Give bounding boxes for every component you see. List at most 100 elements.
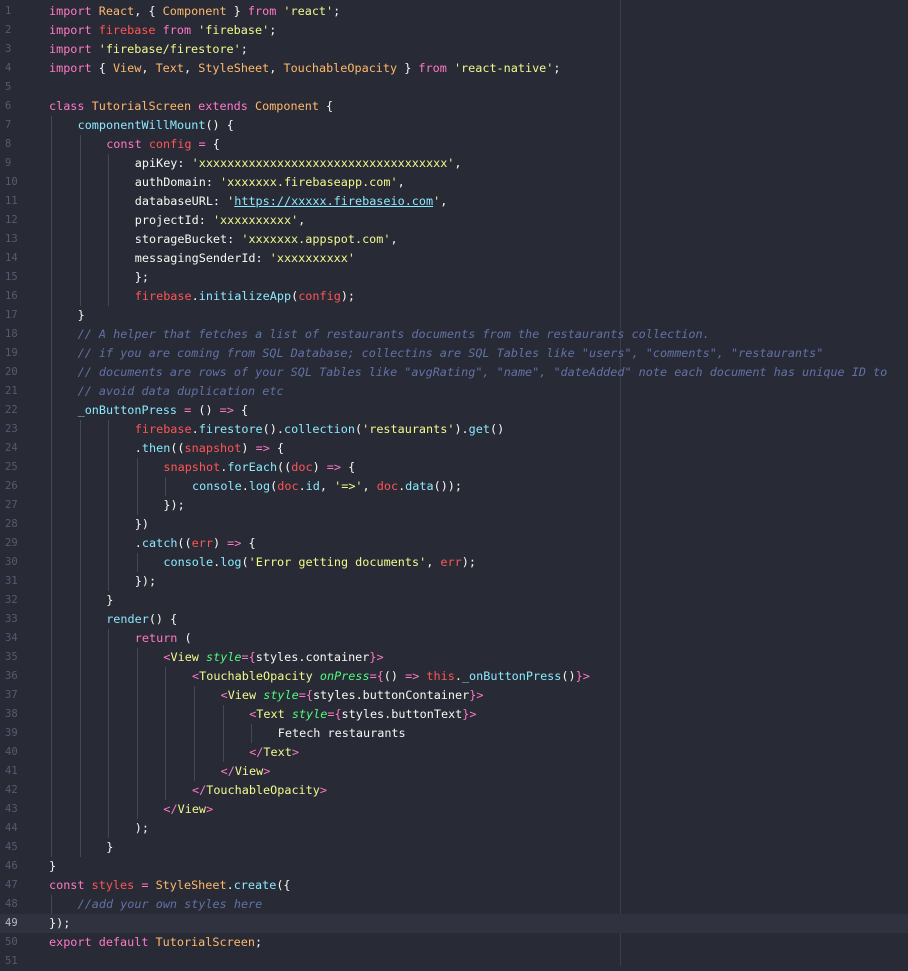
code-line[interactable]: 5: [0, 78, 908, 97]
code-editor[interactable]: 1 import React, { Component } from 'react…: [0, 0, 908, 967]
code-line[interactable]: 15};: [0, 268, 908, 287]
code-line[interactable]: 12 projectId: 'xxxxxxxxxx',: [0, 211, 908, 230]
code-line[interactable]: 36 <TouchableOpacity onPress={() => this.…: [0, 667, 908, 686]
indent-guide: [51, 458, 52, 477]
code-token: firebase: [134, 289, 192, 303]
indent-guide: [51, 382, 52, 401]
code-token: .: [454, 669, 462, 683]
code-line[interactable]: 30 console.log('Error getting documents',…: [0, 553, 908, 572]
code-line[interactable]: 10 authDomain: 'xxxxxxx.firebaseapp.com',: [0, 173, 908, 192]
code-line[interactable]: 25 snapshot.forEach((doc) => {: [0, 458, 908, 477]
code-line[interactable]: 40 </Text>: [0, 743, 908, 762]
indent-guide: [51, 173, 52, 192]
code-token: import: [49, 4, 99, 18]
code-token: console: [163, 555, 214, 569]
indent-guide: [136, 743, 138, 762]
code-line[interactable]: 32}: [0, 591, 908, 610]
code-token: (): [489, 422, 505, 436]
code-line[interactable]: 24 .then((snapshot) => {: [0, 439, 908, 458]
code-token: messagingSenderId:: [134, 251, 270, 265]
code-token: =>: [405, 669, 427, 683]
line-number: 27: [5, 499, 18, 511]
code-token: =>: [227, 536, 249, 550]
code-text: </View>: [163, 800, 213, 819]
code-token: () {: [148, 612, 178, 626]
code-line[interactable]: 29 .catch((err) => {: [0, 534, 908, 553]
code-token: Text: [155, 61, 184, 75]
code-line[interactable]: 8 const config = {: [0, 135, 908, 154]
code-line[interactable]: 49});: [0, 914, 908, 933]
code-token: // documents are rows of your SQL Tables…: [77, 365, 888, 379]
indent-guide: [165, 781, 167, 800]
code-token: apiKey:: [134, 156, 192, 170]
code-line[interactable]: 46}: [0, 857, 908, 876]
code-token: ): [212, 536, 228, 550]
code-line[interactable]: 47 const styles = StyleSheet.create({: [0, 876, 908, 895]
code-token: firebase: [134, 422, 192, 436]
code-line[interactable]: 35 <View style={styles.container}>: [0, 648, 908, 667]
code-line[interactable]: 41 </View>: [0, 762, 908, 781]
indent-guide: [51, 515, 52, 534]
line-number: 40: [5, 746, 18, 758]
code-line[interactable]: 39 Fetech restaurants: [0, 724, 908, 743]
code-line[interactable]: 26 console.log(doc.id, '=>', doc.data());: [0, 477, 908, 496]
code-line[interactable]: 20 // documents are rows of your SQL Tabl…: [0, 363, 908, 382]
code-line[interactable]: 23 firebase.firestore().collection('resta…: [0, 420, 908, 439]
line-number: 29: [5, 537, 18, 549]
code-line[interactable]: 33 render() {: [0, 610, 908, 629]
indent-guide: [136, 800, 138, 819]
code-line[interactable]: 11 databaseURL: 'https://xxxxx.firebaseio…: [0, 192, 908, 211]
code-line[interactable]: 1 import React, { Component } from 'react…: [0, 2, 908, 21]
code-line[interactable]: 28}): [0, 515, 908, 534]
code-token: =: [198, 137, 213, 151]
indent-guide: [165, 705, 167, 724]
indent-guide: [51, 572, 52, 591]
indent-guide: [108, 496, 110, 515]
code-token: .: [191, 289, 199, 303]
code-token: 'xxxxxxxxxxxxxxxxxxxxxxxxxxxxxxxxxxx': [191, 156, 455, 170]
code-line[interactable]: 27});: [0, 496, 908, 515]
code-token: }: [106, 593, 114, 607]
code-line[interactable]: 51: [0, 952, 908, 971]
code-token: // avoid data duplication etc: [77, 384, 284, 398]
code-line[interactable]: 4 import { View, Text, StyleSheet, Toucha…: [0, 59, 908, 78]
code-token: </: [163, 802, 178, 816]
code-line[interactable]: 42 </TouchableOpacity>: [0, 781, 908, 800]
code-line[interactable]: 7 componentWillMount() {: [0, 116, 908, 135]
code-line[interactable]: 13 storageBucket: 'xxxxxxx.appspot.com',: [0, 230, 908, 249]
code-line[interactable]: 38 <Text style={styles.buttonText}>: [0, 705, 908, 724]
code-line[interactable]: 22 _onButtonPress = () => {: [0, 401, 908, 420]
indent-guide: [108, 154, 110, 173]
code-line[interactable]: 3 import 'firebase/firestore';: [0, 40, 908, 59]
indent-guide: [79, 781, 81, 800]
code-token: >: [376, 650, 384, 664]
code-line[interactable]: 6 class TutorialScreen extends Component …: [0, 97, 908, 116]
code-token: 'xxxxxxxxxx': [212, 213, 299, 227]
line-number: 24: [5, 442, 18, 454]
code-line[interactable]: 19 // if you are coming from SQL Database…: [0, 344, 908, 363]
indent-guide: [79, 667, 81, 686]
code-line[interactable]: 9 apiKey: 'xxxxxxxxxxxxxxxxxxxxxxxxxxxxxx…: [0, 154, 908, 173]
indent-guide: [79, 800, 81, 819]
code-line[interactable]: 16 firebase.initializeApp(config);: [0, 287, 908, 306]
code-line[interactable]: 45}: [0, 838, 908, 857]
line-number: 10: [5, 176, 18, 188]
code-line[interactable]: 17}: [0, 306, 908, 325]
code-line[interactable]: 48 //add your own styles here: [0, 895, 908, 914]
code-token: }: [226, 4, 248, 18]
code-line[interactable]: 14 messagingSenderId: 'xxxxxxxxxx': [0, 249, 908, 268]
code-text: import 'firebase/firestore';: [49, 40, 248, 59]
code-line[interactable]: 34 return (: [0, 629, 908, 648]
code-token: onPress: [319, 669, 370, 683]
code-line[interactable]: 50 export default TutorialScreen;: [0, 933, 908, 952]
code-token: _onButtonPress: [461, 669, 562, 683]
code-line[interactable]: 21 // avoid data duplication etc: [0, 382, 908, 401]
code-token: {: [334, 707, 342, 721]
code-line[interactable]: 43 </View>: [0, 800, 908, 819]
code-line[interactable]: 31});: [0, 572, 908, 591]
code-line[interactable]: 44);: [0, 819, 908, 838]
code-line[interactable]: 18 // A helper that fetches a list of res…: [0, 325, 908, 344]
code-token: initializeApp: [198, 289, 292, 303]
code-line[interactable]: 37 <View style={styles.buttonContainer}>: [0, 686, 908, 705]
code-line[interactable]: 2 import firebase from 'firebase';: [0, 21, 908, 40]
